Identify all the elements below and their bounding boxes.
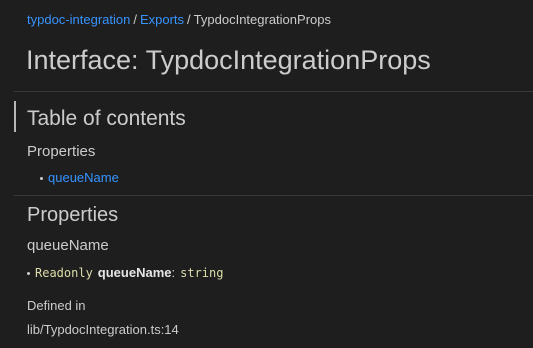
toc-accent-bar	[14, 101, 16, 132]
breadcrumb: typdoc-integration / Exports / TypdocIntegra…	[27, 12, 331, 28]
breadcrumb-current: TypdocIntegrationProps	[193, 12, 331, 27]
typedoc-page: typdoc-integration / Exports / TypdocIntegra…	[0, 0, 533, 348]
signature-property-name: queueName	[97, 265, 172, 280]
breadcrumb-separator: /	[187, 12, 191, 27]
defined-in-label: Defined in	[27, 298, 86, 313]
toc-group-title: Properties	[27, 143, 96, 160]
toc-link-queuename[interactable]: queueName	[48, 170, 119, 186]
title-divider	[14, 91, 533, 92]
breadcrumb-link-exports[interactable]: Exports	[140, 12, 184, 27]
member-name: queueName	[27, 237, 109, 254]
bullet-icon	[27, 271, 30, 275]
readonly-keyword: Readonly	[35, 266, 93, 280]
properties-section-title: Properties	[27, 204, 119, 226]
page-title: Interface: TypdocIntegrationProps	[26, 45, 431, 75]
toc-list-item: queueName	[40, 170, 119, 186]
breadcrumb-separator: /	[133, 12, 137, 27]
breadcrumb-link-typdoc-integration[interactable]: typdoc-integration	[27, 12, 130, 27]
signature-type: string	[180, 266, 224, 280]
member-signature: Readonly queueName : string	[27, 265, 223, 281]
defined-in-source: lib/TypdocIntegration.ts:14	[27, 322, 179, 337]
section-divider	[14, 195, 533, 196]
toc-title: Table of contents	[27, 107, 186, 130]
bullet-icon	[40, 176, 43, 180]
signature-colon: :	[171, 265, 176, 280]
toc-list: queueName	[40, 170, 119, 186]
